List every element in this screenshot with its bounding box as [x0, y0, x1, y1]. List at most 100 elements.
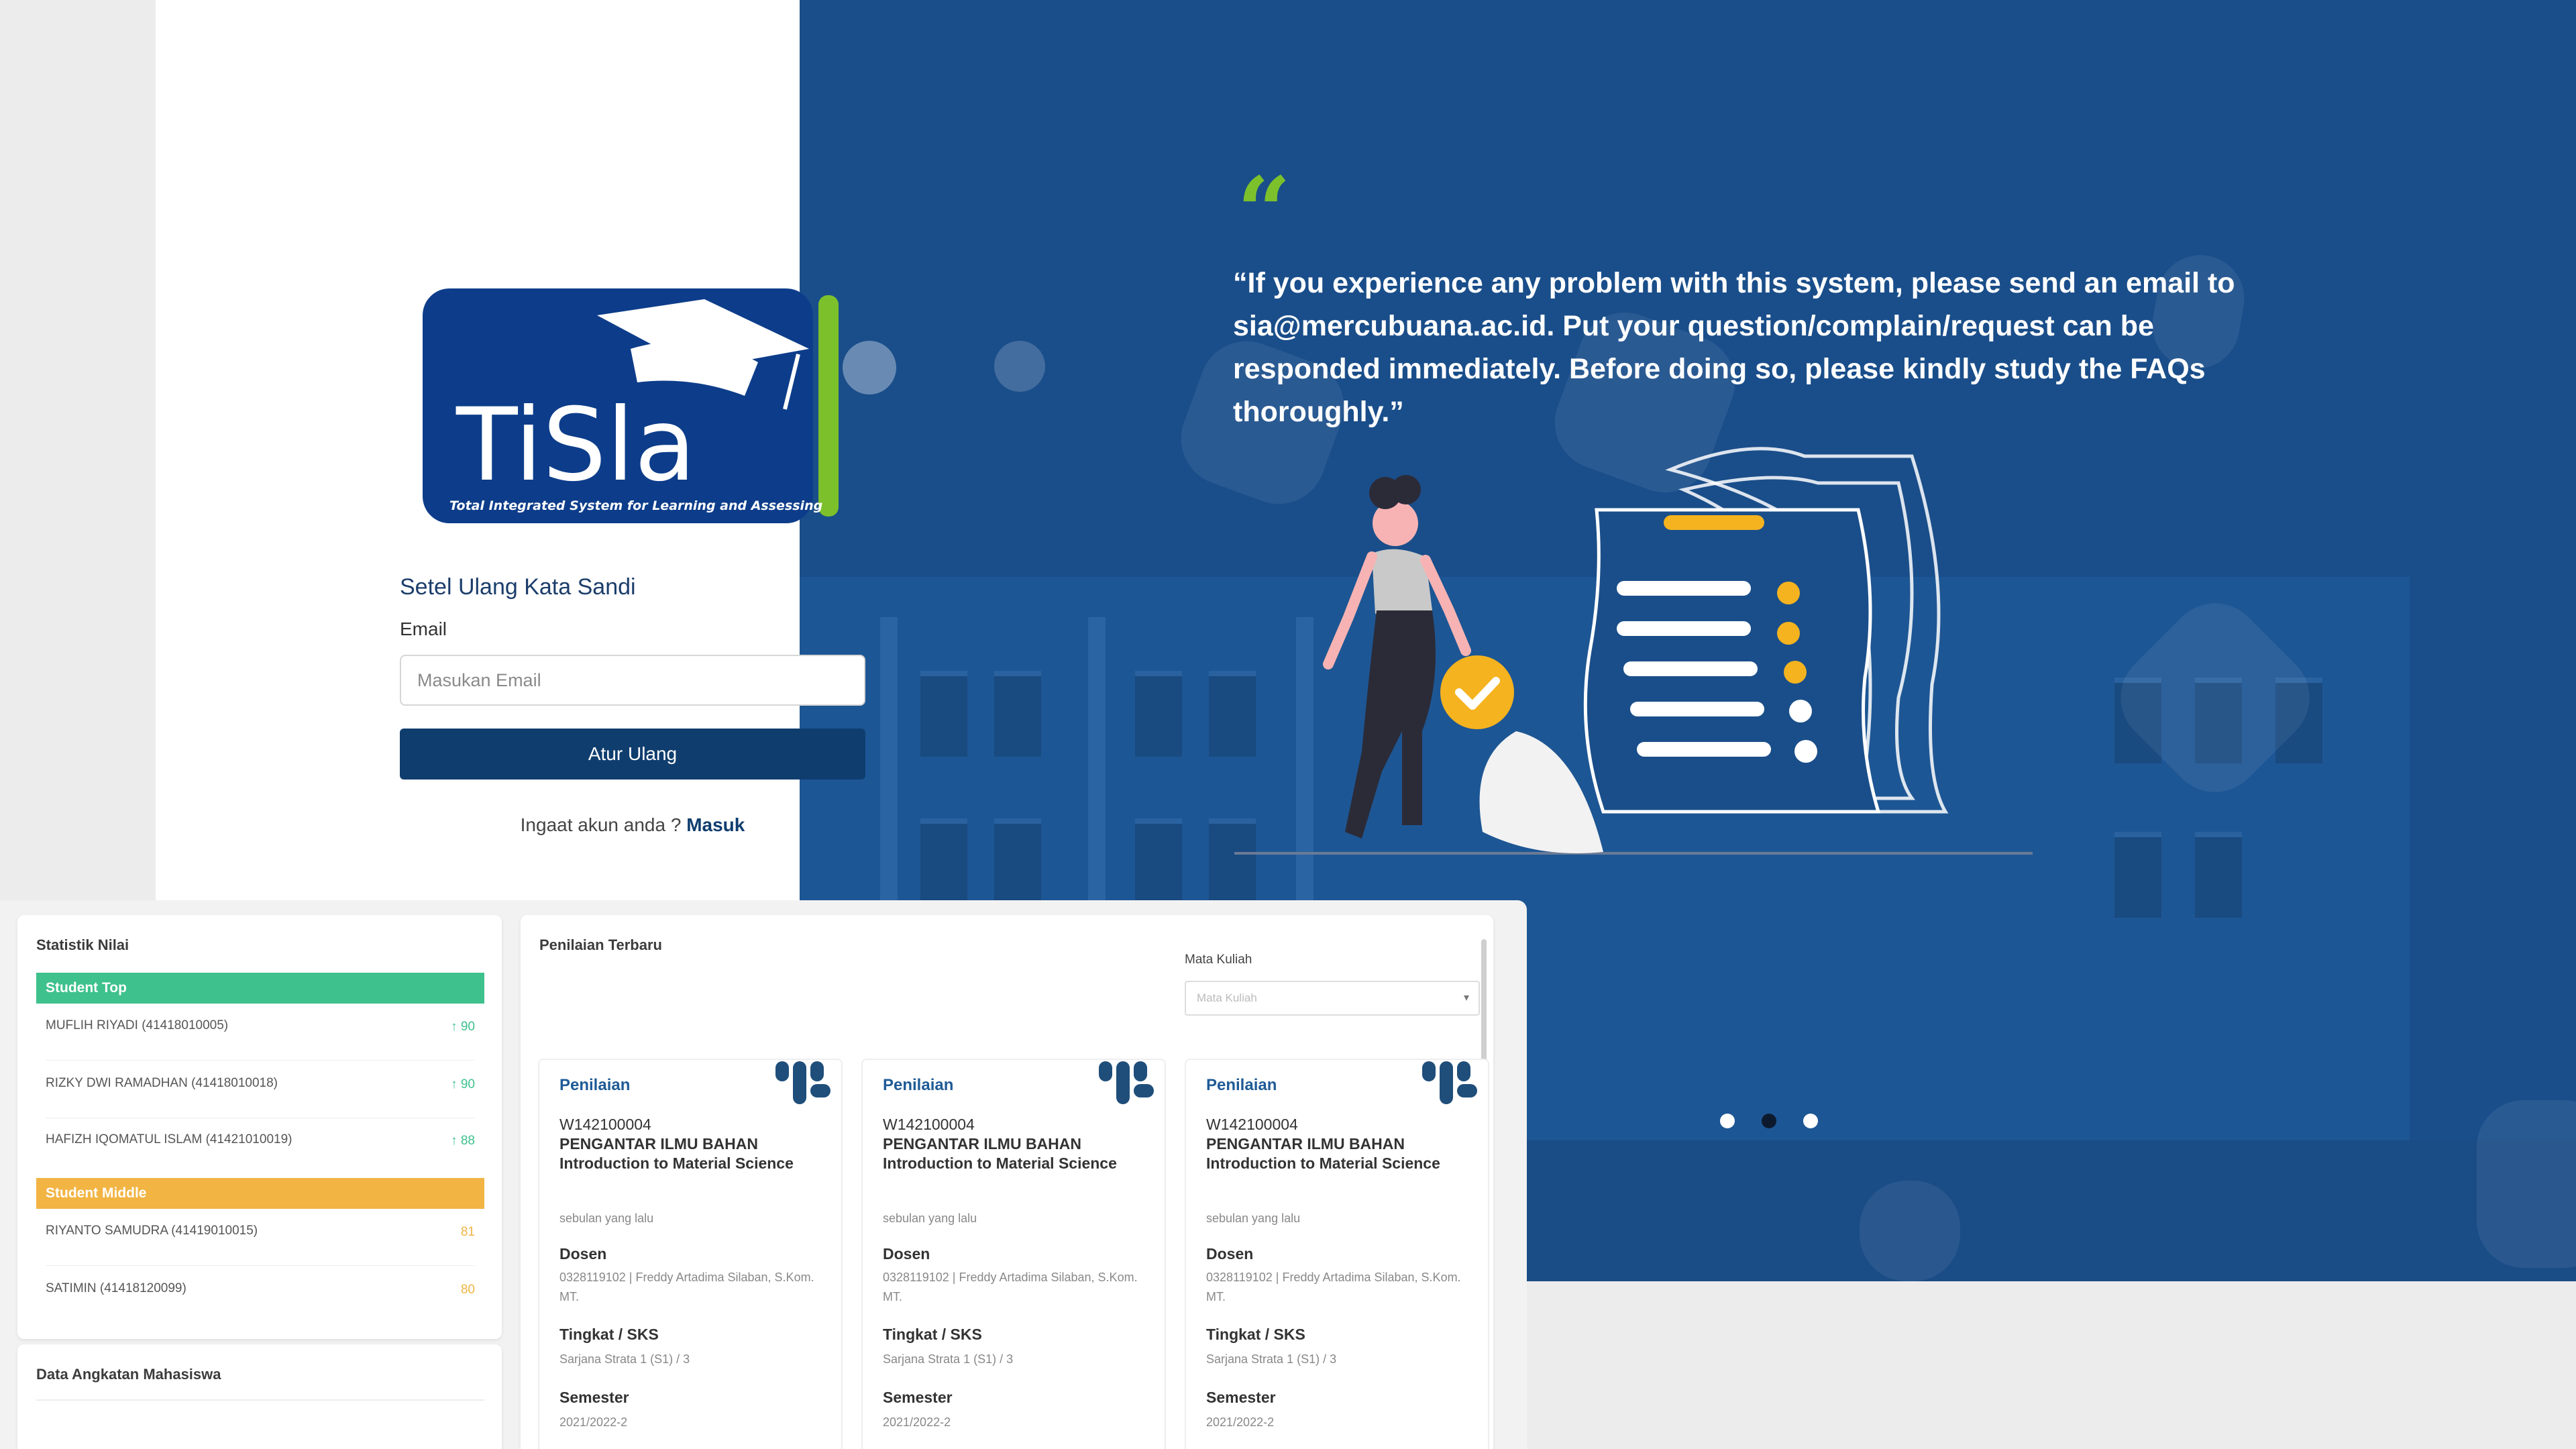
building-window — [1135, 818, 1182, 904]
email-label: Email — [400, 619, 447, 639]
slider-dots — [1720, 1114, 1818, 1128]
deco-dot — [843, 341, 896, 394]
reset-button[interactable]: Atur Ulang — [400, 729, 865, 780]
dosen-label: Dosen — [883, 1245, 930, 1263]
building-window — [920, 671, 967, 757]
semester-value: 2021/2022-2 — [1206, 1415, 1275, 1429]
score-value: 90 — [460, 1020, 475, 1034]
dosen-value: 0328119102 | Freddy Artadima Silaban, S.… — [559, 1271, 814, 1303]
angkatan-title: Data Angkatan Mahasiswa — [36, 1366, 221, 1383]
assessment-card[interactable]: Penilaian W142100004 PENGANTAR ILMU BAHA… — [1185, 1059, 1489, 1449]
deco-shape — [2477, 1100, 2576, 1268]
document-line — [1623, 661, 1758, 676]
empty-dot-icon — [1789, 700, 1812, 722]
card-course: W142100004 PENGANTAR ILMU BAHAN Introduc… — [1206, 1115, 1474, 1173]
course-name: PENGANTAR ILMU BAHAN Introduction to Mat… — [559, 1135, 794, 1172]
student-top-bar: Student Top — [36, 973, 484, 1004]
course-code: W142100004 — [883, 1116, 975, 1133]
card-time: sebulan yang lalu — [883, 1212, 977, 1225]
card-course: W142100004 PENGANTAR ILMU BAHAN Introduc… — [559, 1115, 828, 1173]
slider-dot-1[interactable] — [1720, 1114, 1735, 1128]
card-type: Penilaian — [559, 1076, 631, 1094]
semester-label: Semester — [559, 1389, 629, 1406]
illustration — [1234, 447, 2033, 855]
assessment-icon — [1422, 1061, 1477, 1104]
dosen-label: Dosen — [1206, 1245, 1254, 1263]
course-code: W142100004 — [1206, 1116, 1298, 1133]
building-window — [1135, 671, 1182, 757]
card-course: W142100004 PENGANTAR ILMU BAHAN Introduc… — [883, 1115, 1151, 1173]
stat-row[interactable]: MUFLIH RIYADI (41418010005) ↑ 90 — [46, 1004, 475, 1061]
score-value: 88 — [460, 1134, 475, 1148]
page-title: Setel Ulang Kata Sandi — [400, 574, 636, 600]
chevron-down-icon: ▾ — [1463, 992, 1469, 1004]
student-score: 80 — [460, 1283, 475, 1297]
slider-dot-3[interactable] — [1803, 1114, 1818, 1128]
divider — [36, 1399, 484, 1401]
tingkat-label: Tingkat / SKS — [1206, 1326, 1305, 1343]
student-middle-bar: Student Middle — [36, 1178, 484, 1209]
tisla-logo: TiSla Total Integrated System for Learni… — [423, 288, 839, 523]
tingkat-label: Tingkat / SKS — [559, 1326, 659, 1343]
dosen-value: 0328119102 | Freddy Artadima Silaban, S.… — [1206, 1271, 1461, 1303]
stats-title: Statistik Nilai — [36, 936, 129, 953]
logo-wordmark: TiSla — [455, 387, 696, 504]
person-arm — [1323, 551, 1377, 669]
building-window — [2114, 832, 2161, 918]
assessment-card[interactable]: Penilaian W142100004 PENGANTAR ILMU BAHA… — [538, 1059, 843, 1449]
stat-row[interactable]: RIZKY DWI RAMADHAN (41418010018) ↑ 90 — [46, 1061, 475, 1118]
slider-dot-2[interactable] — [1762, 1114, 1776, 1128]
building-window — [920, 818, 967, 904]
deco-dot — [994, 341, 1045, 392]
document-line — [1617, 621, 1751, 636]
stat-row[interactable]: SATIMIN (41418120099) 80 — [46, 1267, 475, 1323]
check-dot-icon — [1777, 582, 1800, 604]
document-line — [1630, 702, 1764, 716]
student-score: 81 — [460, 1225, 475, 1239]
card-time: sebulan yang lalu — [559, 1212, 654, 1225]
semester-value: 2021/2022-2 — [883, 1415, 951, 1429]
tingkat-value: Sarjana Strata 1 (S1) / 3 — [1206, 1352, 1337, 1366]
building-window — [2195, 832, 2242, 918]
deco-shape — [1860, 1181, 1960, 1281]
email-field[interactable] — [400, 655, 865, 706]
student-score: ↑ 88 — [451, 1134, 475, 1148]
course-filter-label: Mata Kuliah — [1185, 953, 1252, 967]
dosen-label: Dosen — [559, 1245, 607, 1263]
document-line — [1617, 581, 1751, 596]
card-type: Penilaian — [1206, 1076, 1277, 1094]
course-filter-select[interactable]: Mata Kuliah ▾ — [1185, 981, 1480, 1016]
student-score: ↑ 90 — [451, 1077, 475, 1091]
login-link[interactable]: Masuk — [686, 814, 745, 835]
assessment-icon — [1099, 1061, 1154, 1104]
assessment-icon — [775, 1061, 830, 1104]
semester-value: 2021/2022-2 — [559, 1415, 628, 1429]
building-window — [994, 818, 1041, 904]
person-hair-bun — [1391, 475, 1421, 504]
document-front — [1583, 508, 1881, 814]
dashboard-preview: Statistik Nilai Student Top MUFLIH RIYAD… — [0, 900, 1527, 1449]
angkatan-panel: Data Angkatan Mahasiswa — [17, 1344, 502, 1449]
semester-label: Semester — [883, 1389, 953, 1406]
card-time: sebulan yang lalu — [1206, 1212, 1301, 1225]
empty-dot-icon — [1794, 740, 1817, 763]
stat-row[interactable]: RIYANTO SAMUDRA (41419010015) 81 — [46, 1209, 475, 1266]
tingkat-value: Sarjana Strata 1 (S1) / 3 — [559, 1352, 690, 1366]
student-name: SATIMIN (41418120099) — [46, 1281, 186, 1295]
remember-account: Ingaat akun anda ? Masuk — [400, 814, 865, 836]
assessment-card[interactable]: Penilaian W142100004 PENGANTAR ILMU BAHA… — [861, 1059, 1166, 1449]
reset-password-card: TiSla Total Integrated System for Learni… — [156, 0, 865, 902]
student-score: ↑ 90 — [451, 1020, 475, 1034]
logo-accent-bar — [818, 295, 839, 517]
document-line — [1637, 742, 1771, 757]
stat-row[interactable]: HAFIZH IQOMATUL ISLAM (41421010019) ↑ 88 — [46, 1118, 475, 1174]
card-type: Penilaian — [883, 1076, 954, 1094]
student-name: MUFLIH RIYADI (41418010005) — [46, 1018, 229, 1032]
person-legs — [1345, 610, 1436, 839]
check-dot-icon — [1777, 622, 1800, 645]
tingkat-label: Tingkat / SKS — [883, 1326, 982, 1343]
leaf-plant — [1479, 731, 1603, 853]
recent-title: Penilaian Terbaru — [539, 936, 662, 953]
recent-panel: Penilaian Terbaru Mata Kuliah Mata Kulia… — [521, 915, 1493, 1449]
check-dot-icon — [1784, 661, 1807, 684]
